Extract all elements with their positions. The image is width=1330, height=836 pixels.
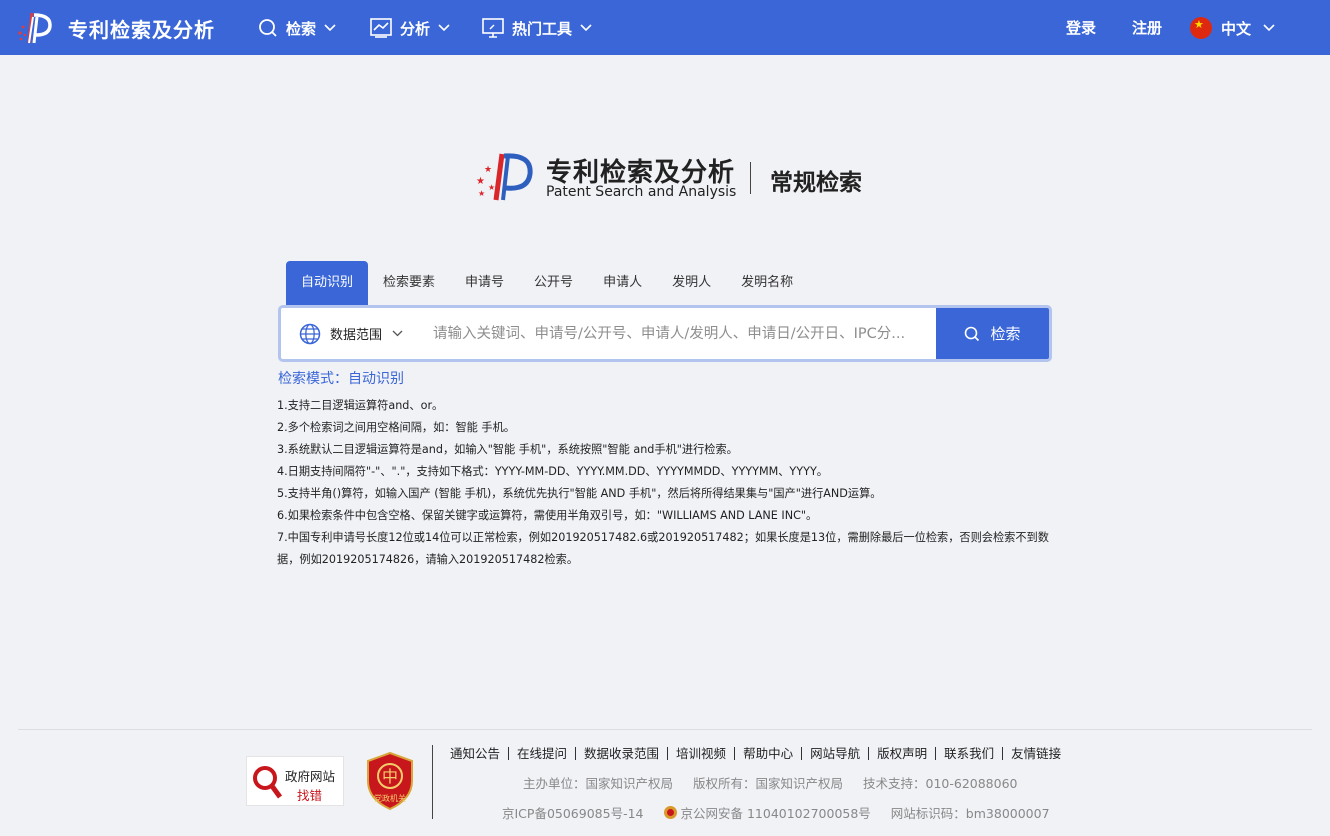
party-badge-label: 党政机关	[374, 793, 406, 803]
footer-site-id: 网站标识码：bm38000007	[890, 806, 1050, 821]
search-input[interactable]	[415, 308, 936, 359]
brand-title: 专利检索及分析	[68, 17, 215, 42]
tab-auto-detect[interactable]: 自动识别	[286, 261, 369, 305]
footer-host: 主办单位：国家知识产权局	[523, 776, 674, 791]
svg-text:★: ★	[476, 176, 485, 187]
language-selector[interactable]: 中文	[1190, 14, 1275, 42]
nav-analysis-label: 分析	[400, 19, 431, 38]
brand[interactable]: 专利检索及分析	[16, 10, 215, 46]
search-icon	[965, 326, 980, 341]
hero-divider	[750, 162, 751, 194]
police-badge-icon	[664, 806, 678, 819]
search-mode-title: 检索模式：自动识别	[278, 371, 404, 387]
footer-info-row: 主办单位：国家知识产权局 版权所有：国家知识产权局 技术支持：010-62088…	[523, 773, 1034, 792]
footer-copyright: 版权所有：国家知识产权局	[693, 776, 844, 791]
chevron-down-icon	[438, 24, 450, 32]
tab-applicant[interactable]: 申请人	[588, 261, 657, 305]
footer-link-copyright[interactable]: 版权声明	[868, 746, 935, 760]
tab-search-elements[interactable]: 检索要素	[368, 261, 450, 305]
gov-badge-line1: 政府网站	[285, 769, 336, 784]
gov-website-error-badge[interactable]: 政府网站 找错	[246, 756, 344, 806]
tab-application-number[interactable]: 申请号	[450, 261, 519, 305]
search-button[interactable]: 检索	[936, 308, 1049, 359]
help-item: 4.日期支持间隔符"-"、"."，支持如下格式：YYYY-MM-DD、YYYY.…	[277, 465, 828, 478]
language-label: 中文	[1221, 19, 1252, 38]
magnifier-icon	[253, 766, 283, 799]
chevron-down-icon	[580, 24, 592, 32]
search-type-tabs: 自动识别 检索要素 申请号 公开号 申请人 发明人 发明名称	[286, 261, 808, 305]
footer-link-contact-us[interactable]: 联系我们	[935, 746, 1002, 760]
help-item: 3.系统默认二目逻辑运算符是and，如输入"智能 手机"，系统按照"智能 and…	[277, 443, 738, 456]
search-help-list: 1.支持二目逻辑运算符and、or。 2.多个检索词之间用空格间隔，如：智能 手…	[277, 395, 1057, 571]
globe-icon	[299, 323, 321, 344]
nav-analysis-menu[interactable]: 分析	[370, 14, 450, 42]
chevron-down-icon	[392, 330, 403, 337]
login-link[interactable]: 登录	[1066, 14, 1096, 42]
monitor-icon	[482, 18, 504, 38]
footer-link-data-coverage[interactable]: 数据收录范围	[575, 746, 667, 760]
chevron-down-icon	[1263, 24, 1275, 32]
page-title: 常规检索	[770, 170, 862, 196]
footer-vertical-divider	[432, 745, 433, 819]
help-item: 2.多个检索词之间用空格间隔，如：智能 手机。	[277, 421, 515, 434]
footer-support: 技术支持：010-62088060	[863, 776, 1018, 791]
chart-icon	[370, 18, 392, 38]
data-scope-dropdown[interactable]: 数据范围	[281, 308, 415, 359]
help-item: 5.支持半角()算符，如输入国产 (智能 手机)，系统优先执行"智能 AND 手…	[277, 487, 882, 500]
footer-link-training-video[interactable]: 培训视频	[667, 746, 734, 760]
help-item: 7.中国专利申请号长度12位或14位可以正常检索，例如201920517482.…	[277, 531, 1049, 566]
footer-link-notices[interactable]: 通知公告	[442, 747, 508, 760]
footer-registration-row: 京ICP备05069085号-14 京公网安备 11040102700058号 …	[502, 803, 1066, 822]
hero-title-en: Patent Search and Analysis	[546, 184, 737, 200]
register-link[interactable]: 注册	[1132, 14, 1162, 42]
chevron-down-icon	[324, 24, 336, 32]
tab-publication-number[interactable]: 公开号	[519, 261, 588, 305]
footer-icp[interactable]: 京ICP备05069085号-14	[502, 806, 644, 821]
footer-police-record[interactable]: 京公网安备 11040102700058号	[680, 806, 870, 821]
help-item: 6.如果检索条件中包含空格、保留关键字或运算符，需使用半角双引号，如："WILL…	[277, 509, 818, 522]
nav-tools-label: 热门工具	[512, 19, 573, 38]
footer-link-online-question[interactable]: 在线提问	[508, 746, 575, 760]
nav-tools-menu[interactable]: 热门工具	[482, 14, 592, 42]
nav-search-menu[interactable]: 检索	[258, 14, 336, 42]
footer-divider-line	[18, 729, 1312, 730]
search-bar: 数据范围 检索	[278, 305, 1052, 362]
party-government-badge-icon[interactable]: 中 党政机关	[364, 751, 416, 811]
svg-text:中: 中	[382, 767, 398, 786]
patent-logo-icon	[18, 12, 52, 44]
footer-link-site-navigation[interactable]: 网站导航	[801, 746, 868, 760]
nav-search-label: 检索	[286, 19, 317, 38]
footer-link-help-center[interactable]: 帮助中心	[734, 746, 801, 760]
gov-badge-line2: 找错	[297, 788, 323, 803]
help-item: 1.支持二目逻辑运算符and、or。	[277, 399, 444, 412]
tab-invention-title[interactable]: 发明名称	[726, 261, 808, 305]
china-flag-icon	[1190, 17, 1212, 39]
search-button-label: 检索	[990, 325, 1021, 343]
data-scope-label: 数据范围	[330, 328, 383, 343]
footer-link-friendly-links[interactable]: 友情链接	[1002, 746, 1069, 760]
svg-text:★: ★	[484, 165, 492, 175]
patent-logo-icon: ★ ★ ★ ★	[476, 153, 533, 201]
tab-inventor[interactable]: 发明人	[657, 261, 726, 305]
svg-text:★: ★	[488, 183, 495, 192]
svg-text:★: ★	[478, 189, 485, 198]
footer-links: 通知公告 在线提问 数据收录范围 培训视频 帮助中心 网站导航 版权声明 联系我…	[442, 743, 1069, 763]
top-nav-bar: 专利检索及分析 检索 分析 热门工具 登录 注册 ★ 中文	[0, 0, 1330, 55]
search-icon	[259, 19, 277, 37]
